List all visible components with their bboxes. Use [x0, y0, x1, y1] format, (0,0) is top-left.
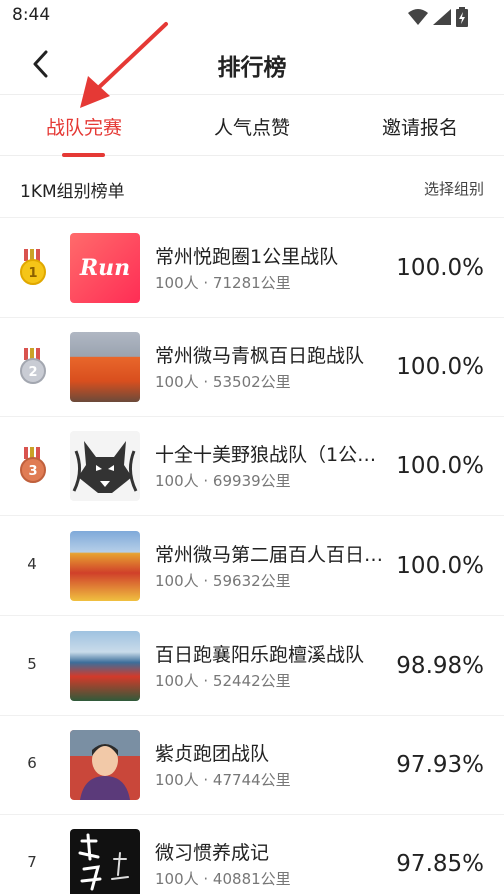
- active-tab-indicator: [62, 153, 105, 157]
- wifi-icon: [408, 9, 428, 25]
- rank-number: 6: [27, 754, 37, 772]
- status-icons: [408, 7, 468, 27]
- team-logo-run: Run: [70, 233, 140, 303]
- status-time: 8:44: [12, 5, 51, 25]
- team-stats: 100人 · 69939公里: [155, 472, 291, 490]
- svg-text:2: 2: [28, 365, 37, 380]
- cell-signal-icon: [433, 9, 451, 25]
- battery-charging-icon: [456, 7, 468, 27]
- bronze-medal-icon: 3: [20, 447, 46, 483]
- team-portrait-photo: [70, 730, 140, 800]
- team-stats: 100人 · 40881公里: [155, 870, 291, 888]
- svg-text:1: 1: [28, 266, 37, 281]
- team-completion-percent: 97.85%: [396, 851, 484, 877]
- rank-number: 4: [27, 555, 37, 573]
- ranking-row[interactable]: 7 微习惯养成记 100人 · 40881公里 97.85%: [0, 815, 504, 894]
- team-photo: [70, 332, 140, 402]
- rank-number: 7: [27, 853, 37, 871]
- team-completion-percent: 97.93%: [396, 752, 484, 778]
- team-name: 常州悦跑圈1公里战队: [155, 246, 339, 268]
- rank-number: 5: [27, 655, 37, 673]
- status-bar: 8:44: [0, 0, 504, 32]
- team-photo: [70, 631, 140, 701]
- group-title: 1KM组别榜单: [20, 182, 125, 202]
- team-completion-percent: 100.0%: [396, 553, 484, 579]
- team-stats: 100人 · 71281公里: [155, 274, 291, 292]
- tab-bar: 战队完赛 人气点赞 邀请报名: [0, 94, 504, 157]
- team-stats: 100人 · 53502公里: [155, 373, 291, 391]
- team-logo-calligraphy: [70, 829, 140, 894]
- team-completion-percent: 98.98%: [396, 653, 484, 679]
- team-name: 紫贞跑团战队: [155, 743, 270, 765]
- ranking-row[interactable]: 4 常州微马第二届百人百日… 100人 · 59632公里 100.0%: [0, 517, 504, 616]
- team-name: 常州微马青枫百日跑战队: [155, 345, 365, 367]
- group-header: 1KM组别榜单 选择组别: [0, 158, 504, 218]
- svg-text:3: 3: [28, 464, 37, 479]
- ranking-row[interactable]: 1 Run 常州悦跑圈1公里战队 100人 · 71281公里 100.0%: [0, 219, 504, 318]
- ranking-row[interactable]: 2 常州微马青枫百日跑战队 100人 · 53502公里 100.0%: [0, 318, 504, 417]
- team-name: 常州微马第二届百人百日…: [155, 544, 383, 566]
- team-stats: 100人 · 59632公里: [155, 572, 291, 590]
- select-group-button[interactable]: 选择组别: [424, 178, 484, 199]
- team-name: 百日跑襄阳乐跑檀溪战队: [155, 644, 365, 666]
- team-completion-percent: 100.0%: [396, 453, 484, 479]
- silver-medal-icon: 2: [20, 348, 46, 384]
- tab-popularity-likes[interactable]: 人气点赞: [168, 113, 336, 140]
- tab-invite-signup[interactable]: 邀请报名: [336, 113, 504, 140]
- page-title: 排行榜: [217, 55, 287, 81]
- ranking-row[interactable]: 3 十全十美野狼战队（1公… 100人 · 69939公里 100.0%: [0, 417, 504, 516]
- gold-medal-icon: 1: [20, 249, 46, 285]
- team-stats: 100人 · 47744公里: [155, 771, 291, 789]
- ranking-row[interactable]: 5 百日跑襄阳乐跑檀溪战队 100人 · 52442公里 98.98%: [0, 617, 504, 716]
- team-logo-wolf: [70, 431, 140, 501]
- tab-team-finish[interactable]: 战队完赛: [0, 113, 168, 140]
- ranking-row[interactable]: 6 紫贞跑团战队 100人 · 47744公里 97.93%: [0, 716, 504, 815]
- team-name: 微习惯养成记: [155, 842, 270, 864]
- navigation-bar: 排行榜: [0, 32, 504, 94]
- team-completion-percent: 100.0%: [396, 354, 484, 380]
- team-photo: [70, 531, 140, 601]
- team-completion-percent: 100.0%: [396, 255, 484, 281]
- svg-text:Run: Run: [79, 255, 130, 281]
- team-stats: 100人 · 52442公里: [155, 672, 291, 690]
- team-name: 十全十美野狼战队（1公…: [155, 444, 377, 466]
